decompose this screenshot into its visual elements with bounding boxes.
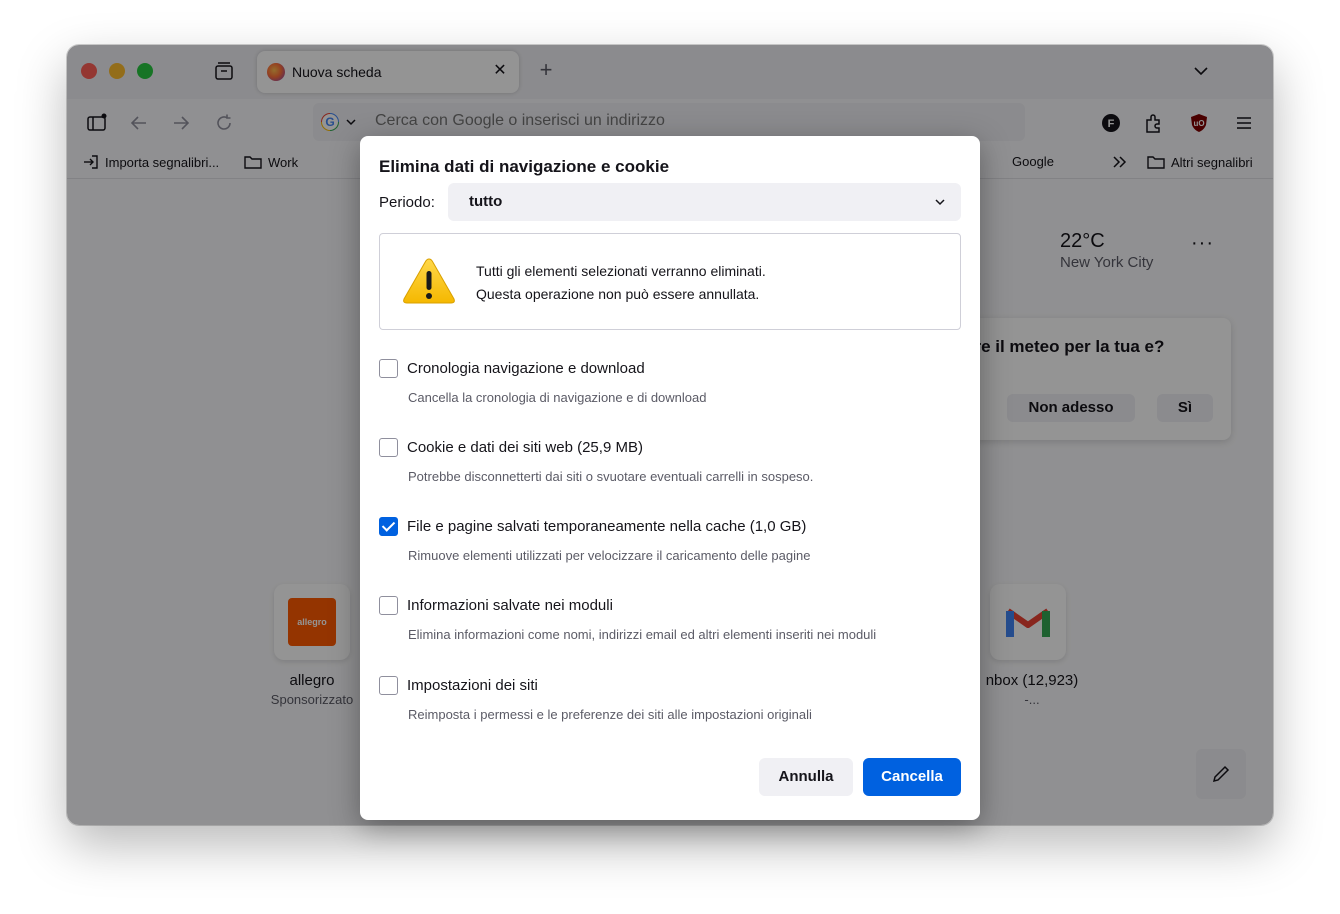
period-dropdown[interactable]: tutto	[448, 183, 961, 221]
option-description: Rimuove elementi utilizzati per velocizz…	[408, 548, 811, 563]
option-form-data[interactable]: Informazioni salvate nei moduli Elimina …	[379, 596, 961, 656]
site-settings-checkbox[interactable]	[379, 676, 398, 695]
warning-box: Tutti gli elementi selezionati verranno …	[379, 233, 961, 330]
clear-data-dialog: Elimina dati di navigazione e cookie Per…	[360, 136, 980, 820]
cancel-button[interactable]: Annulla	[759, 758, 853, 796]
history-checkbox[interactable]	[379, 359, 398, 378]
warning-icon	[403, 258, 455, 304]
form-data-checkbox[interactable]	[379, 596, 398, 615]
option-label: Cookie e dati dei siti web (25,9 MB)	[407, 439, 643, 456]
period-label: Periodo:	[379, 194, 435, 211]
warning-text: Tutti gli elementi selezionati verranno …	[476, 260, 766, 306]
option-label: File e pagine salvati temporaneamente ne…	[407, 518, 807, 535]
chevron-down-icon	[935, 199, 945, 206]
option-description: Cancella la cronologia di navigazione e …	[408, 390, 707, 405]
option-description: Reimposta i permessi e le preferenze dei…	[408, 707, 812, 722]
option-history[interactable]: Cronologia navigazione e download Cancel…	[379, 359, 961, 419]
cookies-checkbox[interactable]	[379, 438, 398, 457]
cache-checkbox[interactable]	[379, 517, 398, 536]
dialog-title: Elimina dati di navigazione e cookie	[379, 157, 670, 176]
clear-button[interactable]: Cancella	[863, 758, 961, 796]
option-label: Cronologia navigazione e download	[407, 360, 645, 377]
option-label: Informazioni salvate nei moduli	[407, 597, 613, 614]
option-label: Impostazioni dei siti	[407, 677, 538, 694]
option-cache[interactable]: File e pagine salvati temporaneamente ne…	[379, 517, 961, 577]
option-cookies[interactable]: Cookie e dati dei siti web (25,9 MB) Pot…	[379, 438, 961, 498]
option-site-settings[interactable]: Impostazioni dei siti Reimposta i permes…	[379, 676, 961, 736]
option-description: Elimina informazioni come nomi, indirizz…	[408, 627, 877, 642]
option-description: Potrebbe disconnetterti dai siti o svuot…	[408, 469, 814, 484]
warning-line: Tutti gli elementi selezionati verranno …	[476, 263, 766, 279]
period-value: tutto	[469, 193, 503, 210]
warning-line: Questa operazione non può essere annulla…	[476, 286, 760, 302]
